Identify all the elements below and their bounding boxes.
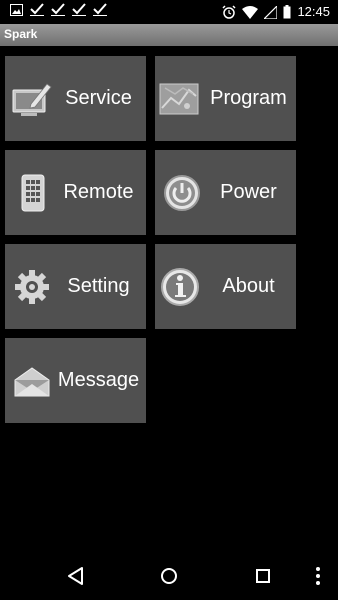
notification-icons <box>10 3 107 16</box>
check-icon <box>30 3 44 16</box>
message-label: Message <box>57 369 140 391</box>
message-button[interactable]: Message <box>5 338 146 423</box>
power-button[interactable]: Power <box>155 150 296 235</box>
setting-button[interactable]: Setting <box>5 244 146 329</box>
info-icon <box>161 268 199 306</box>
status-bar: 12:45 <box>0 0 338 24</box>
service-label: Service <box>65 87 132 109</box>
remote-label: Remote <box>63 181 134 203</box>
system-icons: 12:45 <box>222 2 330 22</box>
battery-icon <box>283 5 291 19</box>
power-icon <box>164 175 200 211</box>
recents-icon[interactable] <box>251 564 275 588</box>
gear-icon <box>15 270 49 304</box>
back-icon[interactable] <box>64 564 88 588</box>
power-label: Power <box>220 181 277 203</box>
remote-icon <box>21 174 45 212</box>
overflow-menu-icon[interactable] <box>308 564 328 588</box>
app-title: Spark <box>4 27 38 41</box>
about-button[interactable]: About <box>155 244 296 329</box>
clock: 12:45 <box>297 4 330 19</box>
navigation-bar <box>0 552 338 600</box>
about-label: About <box>222 275 275 297</box>
program-button[interactable]: Program <box>155 56 296 141</box>
check-icon <box>93 3 107 16</box>
remote-button[interactable]: Remote <box>5 150 146 235</box>
check-icon <box>72 3 86 16</box>
service-button[interactable]: Service <box>5 56 146 141</box>
map-icon <box>159 83 199 115</box>
alarm-icon <box>222 5 236 19</box>
image-icon <box>10 3 23 16</box>
setting-label: Setting <box>67 275 130 297</box>
home-icon[interactable] <box>157 564 181 588</box>
program-label: Program <box>210 87 287 109</box>
wifi-icon <box>242 5 259 19</box>
envelope-icon <box>14 367 50 397</box>
app-title-bar: Spark <box>0 24 338 46</box>
check-icon <box>51 3 65 16</box>
monitor-edit-icon <box>12 83 52 116</box>
signal-icon <box>264 5 278 19</box>
